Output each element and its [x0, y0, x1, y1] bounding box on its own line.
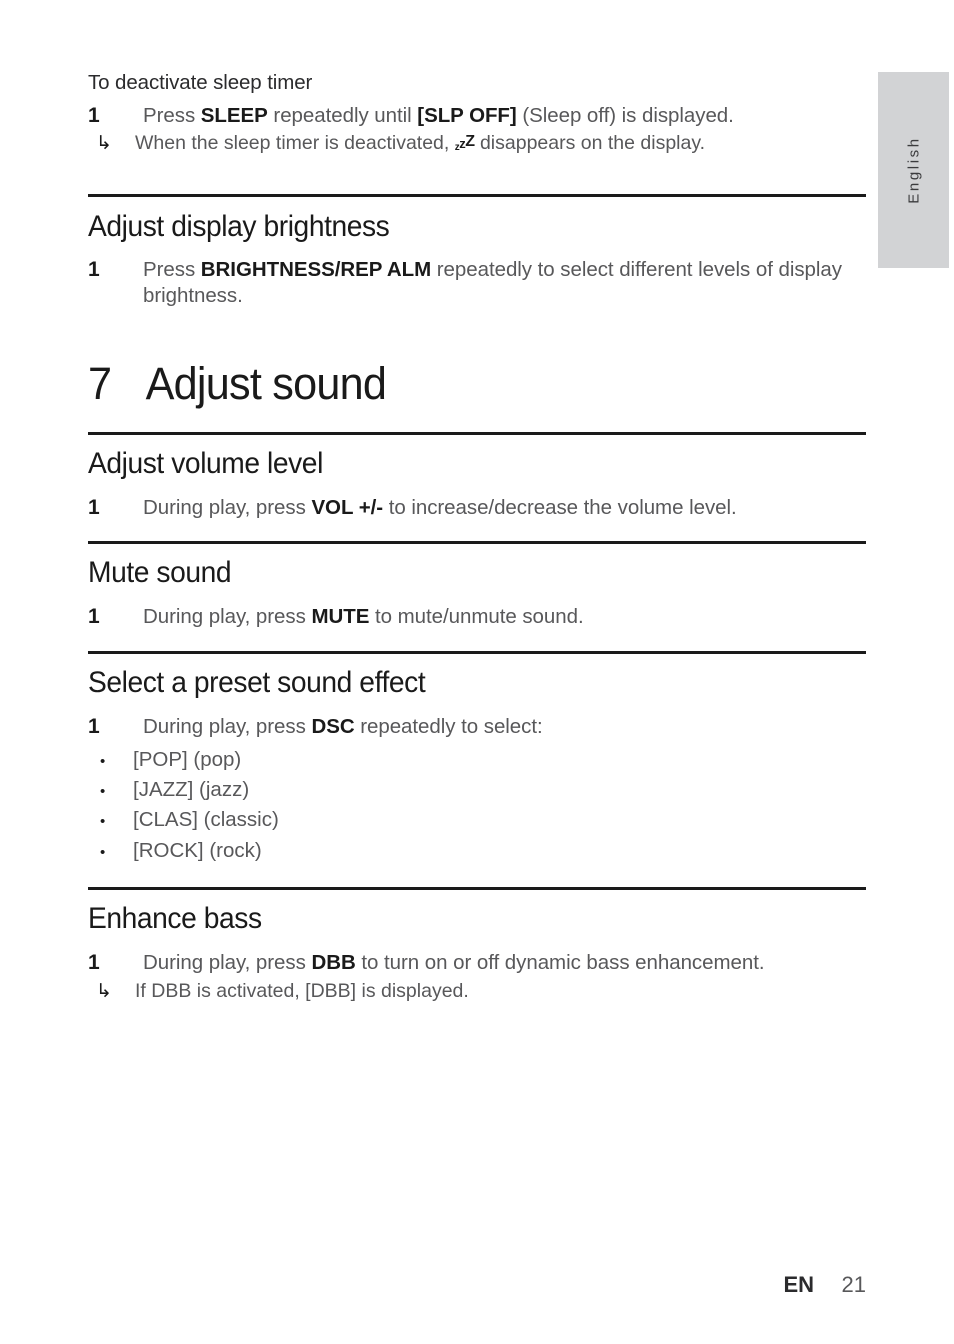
- bass-step: 1 During play, press DBB to turn on or o…: [88, 950, 866, 977]
- note-text: When the sleep timer is deactivated, zzZ…: [135, 131, 866, 156]
- preset-option-label: [JAZZ] (jazz): [133, 777, 250, 801]
- preset-step: 1 During play, press DSC repeatedly to s…: [88, 714, 866, 741]
- note-text: If DBB is activated, [DBB] is displayed.: [135, 979, 469, 1002]
- sleep-zzz-icon: zzZ: [454, 133, 475, 154]
- step-text-suffix: repeatedly to select:: [354, 714, 543, 738]
- chapter-heading: 7 Adjust sound: [88, 358, 835, 410]
- step-text-prefix: Press: [143, 257, 201, 281]
- preset-option-label: [POP] (pop): [133, 747, 242, 771]
- brightness-step: 1 Press BRIGHTNESS/REP ALM repeatedly to…: [88, 257, 866, 310]
- chapter-number: 7: [88, 357, 112, 409]
- key-mute: MUTE: [311, 605, 370, 629]
- heading-adjust-volume-level: Adjust volume level: [88, 446, 323, 480]
- step-text-suffix: to mute/unmute sound.: [369, 605, 584, 629]
- sleep-deactivate-label: To deactivate sleep timer: [88, 71, 313, 94]
- manual-page: English To deactivate sleep timer 1 Pres…: [0, 0, 954, 1344]
- list-item: • [POP] (pop): [88, 745, 866, 775]
- preset-option-label: [CLAS] (classic): [133, 808, 279, 832]
- step-number: 1: [88, 605, 100, 629]
- step-text: During play, press VOL +/- to increase/d…: [143, 495, 866, 522]
- volume-step: 1 During play, press VOL +/- to increase…: [88, 495, 866, 522]
- heading-adjust-display-brightness: Adjust display brightness: [88, 209, 390, 243]
- step-text: During play, press DSC repeatedly to sel…: [143, 714, 866, 741]
- list-item: • [CLAS] (classic): [88, 805, 866, 835]
- preset-options-list: • [POP] (pop) • [JAZZ] (jazz) • [CLAS] (…: [88, 745, 866, 866]
- preset-option-label: [ROCK] (rock): [133, 838, 262, 862]
- chapter-title: Adjust sound: [145, 357, 387, 409]
- sleep-deactivate-step: 1 Press SLEEP repeatedly until [SLP OFF]…: [88, 103, 866, 130]
- step-text-prefix: During play, press: [143, 950, 312, 974]
- page-number: 21: [841, 1272, 866, 1297]
- key-vol: VOL +/-: [311, 495, 384, 519]
- display-slp-off: [SLP OFF]: [417, 103, 517, 127]
- step-number: 1: [88, 950, 100, 974]
- key-brightness-rep-alm: BRIGHTNESS/REP ALM: [200, 257, 432, 281]
- bullet-icon: •: [100, 843, 106, 861]
- section-divider: [88, 193, 866, 197]
- section-divider: [88, 541, 866, 545]
- step-text: During play, press MUTE to mute/unmute s…: [143, 604, 866, 631]
- step-text-prefix: During play, press: [143, 714, 312, 738]
- list-item: • [JAZZ] (jazz): [88, 775, 866, 805]
- language-tab: English: [878, 72, 949, 268]
- bass-note: ↳ If DBB is activated, [DBB] is displaye…: [88, 979, 866, 1004]
- heading-mute-sound: Mute sound: [88, 556, 232, 590]
- step-text-prefix: Press: [143, 103, 201, 127]
- key-dsc: DSC: [311, 714, 355, 738]
- step-text-suffix: to turn on or off dynamic bass enhanceme…: [355, 950, 765, 974]
- section-divider: [88, 431, 866, 435]
- bullet-icon: •: [100, 813, 106, 831]
- list-item: • [ROCK] (rock): [88, 836, 866, 866]
- step-text: Press SLEEP repeatedly until [SLP OFF] (…: [143, 103, 866, 130]
- step-number: 1: [88, 714, 100, 738]
- page-footer: EN 21: [0, 1272, 866, 1298]
- section-divider: [88, 650, 866, 654]
- step-text-mid: repeatedly until: [267, 103, 418, 127]
- key-sleep: SLEEP: [200, 103, 268, 127]
- step-text-suffix: (Sleep off) is displayed.: [516, 103, 734, 127]
- heading-select-preset-sound-effect: Select a preset sound effect: [88, 665, 426, 699]
- step-text: During play, press DBB to turn on or off…: [143, 950, 866, 977]
- step-text-prefix: During play, press: [143, 605, 312, 629]
- step-number: 1: [88, 495, 100, 519]
- content-column: To deactivate sleep timer 1 Press SLEEP …: [88, 0, 866, 1004]
- result-arrow-icon: ↳: [96, 133, 112, 155]
- step-text-prefix: During play, press: [143, 495, 312, 519]
- heading-enhance-bass: Enhance bass: [88, 901, 262, 935]
- bullet-icon: •: [100, 752, 106, 770]
- bullet-icon: •: [100, 782, 106, 800]
- section-divider: [88, 886, 866, 890]
- note-text-prefix: When the sleep timer is deactivated,: [135, 132, 455, 155]
- note-text-suffix: disappears on the display.: [474, 132, 706, 155]
- sleep-deactivate-note: ↳ When the sleep timer is deactivated, z…: [88, 131, 866, 156]
- language-tab-label: English: [905, 136, 922, 204]
- step-number: 1: [88, 257, 100, 281]
- step-text: Press BRIGHTNESS/REP ALM repeatedly to s…: [143, 257, 866, 310]
- key-dbb: DBB: [311, 950, 356, 974]
- step-text-suffix: to increase/decrease the volume level.: [383, 495, 737, 519]
- mute-step: 1 During play, press MUTE to mute/unmute…: [88, 604, 866, 631]
- footer-language-code: EN: [783, 1272, 814, 1297]
- step-number: 1: [88, 103, 100, 127]
- result-arrow-icon: ↳: [96, 980, 112, 1002]
